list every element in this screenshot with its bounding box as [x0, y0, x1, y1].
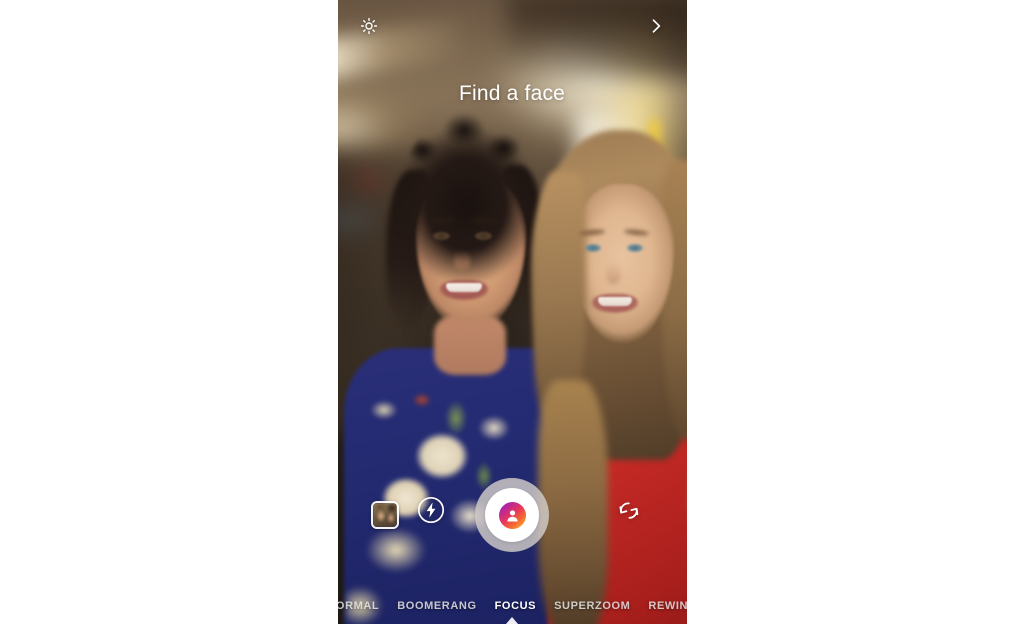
lightning-bolt-icon: [417, 496, 445, 529]
next-button[interactable]: [639, 9, 673, 43]
subject-left-nose: [454, 250, 470, 272]
flip-camera-button[interactable]: [614, 498, 644, 528]
camera-flip-icon: [615, 498, 643, 529]
screenshot-canvas: Find a face: [0, 0, 1024, 624]
subject-left-hair: [394, 110, 544, 300]
mode-selector: NORMAL BOOMERANG FOCUS SUPERZOOM REWIND: [338, 600, 687, 612]
triangle-up-indicator: [506, 617, 518, 624]
mode-boomerang[interactable]: BOOMERANG: [397, 600, 476, 612]
camera-screen: Find a face: [338, 0, 687, 624]
subject-left-teeth: [446, 283, 482, 292]
gallery-button[interactable]: [371, 501, 399, 529]
mode-rewind[interactable]: REWIND: [648, 600, 686, 612]
gallery-thumbnail-image: [373, 503, 397, 527]
subject-right-teeth: [598, 297, 632, 306]
top-bar: [338, 0, 687, 52]
mode-normal[interactable]: NORMAL: [338, 600, 380, 612]
gear-icon: [359, 16, 379, 36]
subject-right-eye-left: [585, 244, 601, 252]
capture-button[interactable]: [475, 478, 549, 552]
subject-right-eye-right: [627, 244, 643, 252]
subject-left-eye-left: [433, 232, 450, 240]
settings-button[interactable]: [352, 9, 386, 43]
subject-right-nose: [606, 262, 621, 284]
flash-button[interactable]: [416, 497, 446, 527]
mode-superzoom[interactable]: SUPERZOOM: [554, 600, 630, 612]
subject-left-eye-right: [475, 232, 492, 240]
find-a-face-hint: Find a face: [338, 82, 687, 106]
capture-button-inner: [485, 488, 539, 542]
mode-focus[interactable]: FOCUS: [495, 600, 537, 612]
chevron-right-icon: [646, 16, 666, 36]
face-filter-icon: [499, 502, 526, 529]
camera-controls: [338, 484, 687, 572]
